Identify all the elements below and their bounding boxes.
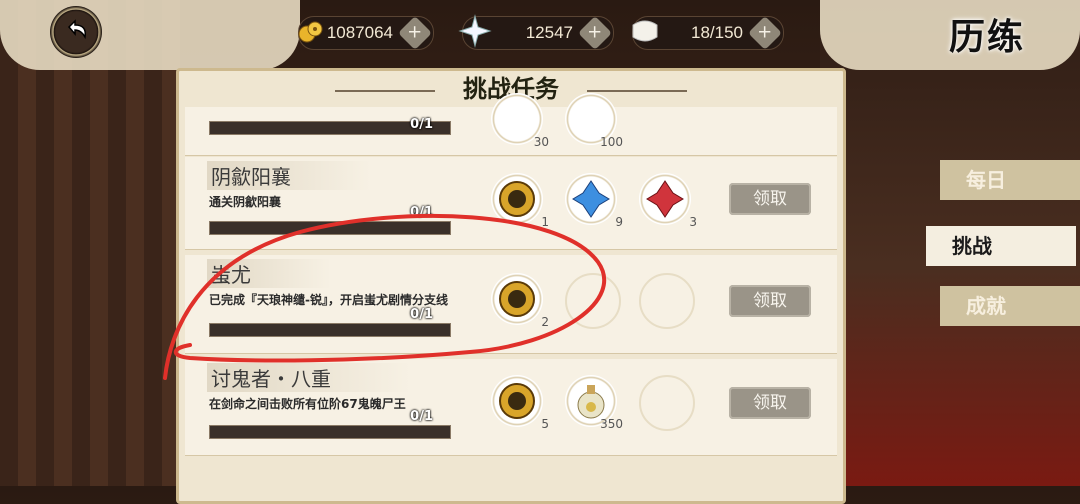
tab-challenge[interactable]: 挑战	[926, 226, 1076, 266]
reward-item[interactable]: 30	[491, 93, 549, 149]
crystal-add-button[interactable]: +	[578, 16, 612, 50]
gold-medal-icon	[499, 181, 535, 217]
background-left	[0, 0, 180, 486]
task-row: 0/1 30 100	[185, 93, 837, 156]
reward-item[interactable]: 100	[565, 93, 623, 149]
star-crystal-icon	[455, 11, 495, 51]
stamina-add-button[interactable]: +	[748, 16, 782, 50]
reward-qty: 100	[600, 135, 623, 149]
task-desc: 通关阴歙阳襄	[209, 195, 282, 209]
red-crystal-icon	[646, 180, 684, 218]
gold-add-button[interactable]: +	[398, 16, 432, 50]
reward-item[interactable]: 5	[491, 375, 549, 431]
reward-item[interactable]: 3	[639, 173, 697, 229]
reward-item[interactable]: 350	[565, 375, 623, 431]
progress-count: 0/1	[410, 205, 433, 220]
tab-daily[interactable]: 每日	[940, 160, 1080, 200]
claim-button[interactable]: 领取	[729, 387, 811, 419]
gold-coin-icon	[291, 11, 331, 51]
progress-bar	[209, 323, 451, 337]
task-row: 蚩尤 已完成『天琅神缱-锐』，开启蚩尤剧情分支线 0/1 2 领取	[185, 255, 837, 354]
back-arrow-icon	[67, 19, 87, 40]
reward-qty: 1	[541, 215, 549, 229]
task-row: 讨鬼者・八重 在剑命之间击败所有位阶67鬼魄尸王 0/1 5 350 领取	[185, 359, 837, 456]
empty-reward-slot	[639, 273, 695, 329]
gold-resource: 1087064 +	[298, 16, 434, 50]
reward-qty: 2	[541, 315, 549, 329]
empty-reward-slot	[639, 375, 695, 431]
progress-count: 0/1	[410, 409, 433, 424]
gold-medal-icon	[499, 383, 535, 419]
reward-item[interactable]: 2	[491, 273, 549, 329]
stamina-resource: 18/150 +	[632, 16, 784, 50]
reward-item[interactable]: 9	[565, 173, 623, 229]
tab-achievement[interactable]: 成就	[940, 286, 1080, 326]
progress-bar	[209, 221, 451, 235]
gold-medal-icon	[499, 281, 535, 317]
claim-button[interactable]: 领取	[729, 285, 811, 317]
top-bar: 1087064 + 12547 + 18/150 + 历练	[0, 0, 1080, 64]
stamina-icon	[625, 11, 665, 51]
task-desc: 在剑命之间击败所有位阶67鬼魄尸王	[209, 397, 406, 411]
title-line-right	[587, 90, 687, 92]
progress-count: 0/1	[410, 117, 433, 132]
task-desc: 已完成『天琅神缱-锐』，开启蚩尤剧情分支线	[209, 293, 448, 307]
progress-count: 0/1	[410, 307, 433, 322]
reward-qty: 30	[533, 135, 549, 149]
reward-qty: 350	[600, 417, 623, 431]
crystal-resource: 12547 +	[458, 14, 614, 50]
page-title: 历练	[948, 16, 1025, 58]
task-name: 讨鬼者・八重	[207, 363, 411, 392]
claim-button[interactable]: 领取	[729, 183, 811, 215]
reward-qty: 3	[689, 215, 697, 229]
reward-item[interactable]: 1	[491, 173, 549, 229]
empty-reward-slot	[565, 273, 621, 329]
reward-qty: 5	[541, 417, 549, 431]
title-line-left	[335, 90, 435, 92]
blue-crystal-icon	[572, 180, 610, 218]
task-row: 阴歙阳襄 通关阴歙阳襄 0/1 1 9 3 领取	[185, 157, 837, 250]
potion-bottle-icon	[577, 385, 605, 419]
back-button[interactable]	[50, 6, 102, 58]
task-panel: 挑战任务 0/1 30 100 阴歙阳襄 通关阴歙阳襄 0/1 1 9 3 领取	[176, 68, 846, 504]
reward-qty: 9	[615, 215, 623, 229]
task-name: 阴歙阳襄	[207, 161, 371, 190]
progress-bar	[209, 425, 451, 439]
task-name: 蚩尤	[207, 259, 331, 288]
